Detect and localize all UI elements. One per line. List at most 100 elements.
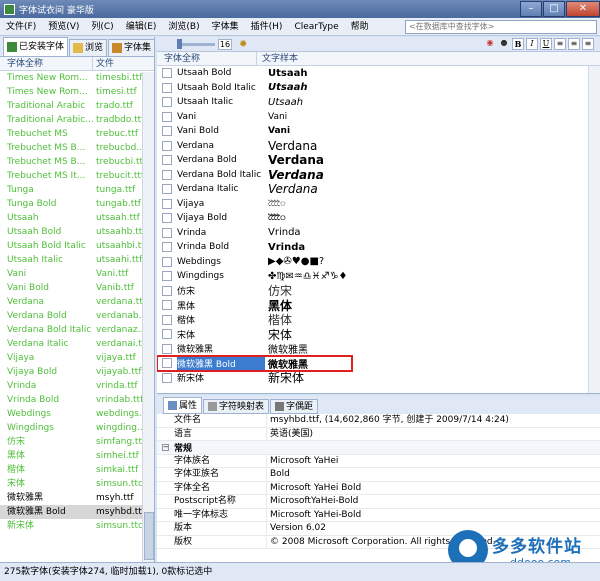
font-list-item[interactable]: Webdings webdings... <box>0 407 154 421</box>
font-list-scrollbar[interactable] <box>588 66 600 393</box>
font-sample-row[interactable]: Vani Vani <box>157 110 600 125</box>
font-list-item[interactable]: 微软雅黑 msyh.ttf <box>0 491 154 505</box>
font-checkbox[interactable] <box>162 358 172 369</box>
font-sample-row[interactable]: Utsaah Italic Utsaah <box>157 95 600 110</box>
font-sample-row[interactable]: Vijaya Boldৈৈৈৈ <box>157 211 600 226</box>
menu-file[interactable]: 文件(F) <box>0 18 42 36</box>
font-sample-row[interactable]: Vrinda Vrinda <box>157 226 600 241</box>
font-checkbox[interactable] <box>162 343 172 354</box>
tab-font-sets[interactable]: 字体集 <box>108 39 156 56</box>
font-checkbox[interactable] <box>162 82 172 93</box>
font-sample-row[interactable]: Verdana Italic Verdana <box>157 182 600 197</box>
tab-properties[interactable]: 属性 <box>163 397 203 414</box>
gear-icon[interactable]: ✹ <box>239 39 247 50</box>
font-list-item[interactable]: Verdana Bold Italic verdanaz... <box>0 323 154 337</box>
font-list-item[interactable]: Trebuchet MS B... trebucbi.ttf <box>0 155 154 169</box>
column-file[interactable]: 文件 <box>93 57 114 70</box>
search-input[interactable] <box>405 19 597 34</box>
maximize-button[interactable]: □ <box>543 1 565 17</box>
menu-font-sets[interactable]: 字体集 <box>206 18 245 36</box>
font-checkbox[interactable] <box>162 184 172 195</box>
italic-button[interactable]: I <box>526 38 538 50</box>
font-sample-row[interactable]: Webdings ▶◆✇♥●■? <box>157 255 600 270</box>
font-list-item[interactable]: Utsaah Bold Italic utsaahbi.ttf <box>0 239 154 253</box>
font-sample-row[interactable]: Verdana Bold Italic Verdana <box>157 168 600 183</box>
font-list-item[interactable]: Vijaya vijaya.ttf <box>0 351 154 365</box>
font-checkbox[interactable] <box>162 271 172 282</box>
font-sample-row[interactable]: 黑体 黑体 <box>157 298 600 313</box>
font-list-item[interactable]: Verdana Italic verdanai.ttf <box>0 337 154 351</box>
font-checkbox[interactable] <box>162 372 172 383</box>
column-font-fullname[interactable]: 字体全称 <box>157 52 257 65</box>
font-list-item[interactable]: Trebuchet MS B... trebucbd.... <box>0 141 154 155</box>
font-list-item[interactable]: Tunga Bold tungab.ttf <box>0 197 154 211</box>
font-list-item[interactable]: 楷体 simkai.ttf <box>0 463 154 477</box>
font-list-item[interactable]: 宋体 simsun.ttc <box>0 477 154 491</box>
font-sample-row[interactable]: 微软雅黑 微软雅黑 <box>157 342 600 356</box>
font-checkbox[interactable] <box>162 329 172 340</box>
font-checkbox[interactable] <box>162 126 172 137</box>
font-list-item[interactable]: Vani Vani.ttf <box>0 267 154 281</box>
align-left-icon[interactable]: ≡ <box>554 38 566 50</box>
font-list-item[interactable]: Utsaah Bold utsaahb.ttf <box>0 225 154 239</box>
bold-button[interactable]: B <box>512 38 524 50</box>
font-sample-row[interactable]: Utsaah Bold Utsaah <box>157 66 600 81</box>
size-slider[interactable] <box>177 38 215 49</box>
font-checkbox[interactable] <box>162 227 172 238</box>
font-list-item[interactable]: Trebuchet MS It... trebucit.ttf <box>0 169 154 183</box>
font-sample-row[interactable]: 楷体 楷体 <box>157 313 600 327</box>
font-list-item[interactable]: Trebuchet MS trebuc.ttf <box>0 127 154 141</box>
left-scrollbar-thumb[interactable] <box>144 512 154 560</box>
collapse-icon[interactable]: − <box>162 443 169 451</box>
font-sample-row[interactable]: Vijayaৈৈৈৈ <box>157 197 600 212</box>
tab-browse[interactable]: 浏览 <box>69 39 108 56</box>
menu-cleartype[interactable]: ClearType <box>288 18 344 36</box>
font-list-item[interactable]: Traditional Arabic... tradbdo.ttf <box>0 113 154 127</box>
font-list-item[interactable]: 微软雅黑 Bold msyhbd.ttf <box>0 505 154 519</box>
font-checkbox[interactable] <box>162 300 172 311</box>
font-list-item[interactable]: Times New Rom... timesbi.ttf <box>0 71 154 85</box>
font-list-item[interactable]: Vrinda vrinda.ttf <box>0 379 154 393</box>
paint-icon[interactable]: ● <box>498 38 510 50</box>
font-checkbox[interactable] <box>162 256 172 267</box>
menu-columns[interactable]: 列(C) <box>85 18 119 36</box>
font-list-item[interactable]: Utsaah utsaah.ttf <box>0 211 154 225</box>
left-scrollbar[interactable] <box>142 72 154 562</box>
align-center-icon[interactable]: ≡ <box>568 38 580 50</box>
color-icon[interactable]: ◉ <box>484 38 496 50</box>
font-sample-row[interactable]: Vrinda Bold Vrinda <box>157 240 600 255</box>
menu-plugins[interactable]: 插件(H) <box>245 18 289 36</box>
size-input[interactable]: 16 <box>218 38 232 50</box>
font-sample-row[interactable]: Verdana Verdana <box>157 139 600 154</box>
font-checkbox[interactable] <box>162 140 172 151</box>
font-list-item[interactable]: Vrinda Bold vrindab.ttf <box>0 393 154 407</box>
font-list-item[interactable]: Vijaya Bold vijayab.ttf <box>0 365 154 379</box>
font-checkbox[interactable] <box>162 111 172 122</box>
underline-button[interactable]: U <box>540 38 552 50</box>
font-list-item[interactable]: Traditional Arabic trado.ttf <box>0 99 154 113</box>
font-checkbox[interactable] <box>162 198 172 209</box>
font-checkbox[interactable] <box>162 169 172 180</box>
font-sample-row[interactable]: 仿宋 仿宋 <box>157 284 600 298</box>
font-checkbox[interactable] <box>162 242 172 253</box>
font-list-item[interactable]: Verdana verdana.ttf <box>0 295 154 309</box>
font-list-item[interactable]: Vani Bold Vanib.ttf <box>0 281 154 295</box>
property-section-general[interactable]: − 常规 <box>157 441 600 455</box>
font-list-item[interactable]: 新宋体 simsun.ttc <box>0 519 154 533</box>
align-right-icon[interactable]: ≡ <box>582 38 594 50</box>
font-checkbox[interactable] <box>162 97 172 108</box>
menu-edit[interactable]: 编辑(E) <box>120 18 163 36</box>
font-list-item[interactable]: Wingdings wingding... <box>0 421 154 435</box>
font-list-item[interactable]: 黑体 simhei.ttf <box>0 449 154 463</box>
tab-kerning[interactable]: 字偶距 <box>270 399 319 414</box>
menu-help[interactable]: 帮助 <box>345 18 375 36</box>
font-checkbox[interactable] <box>162 155 172 166</box>
font-sample-row[interactable]: 微软雅黑 Bold 微软雅黑 <box>157 355 353 372</box>
menu-browse[interactable]: 浏览(B) <box>162 18 205 36</box>
font-sample-row[interactable]: Wingdings ✤♍✉♒♎♓♐♑♦ <box>157 269 600 284</box>
tab-character-map[interactable]: 字符映射表 <box>203 399 270 414</box>
menu-preview[interactable]: 预览(V) <box>42 18 85 36</box>
font-list-item[interactable]: Verdana Bold verdanab... <box>0 309 154 323</box>
font-checkbox[interactable] <box>162 213 172 224</box>
font-sample-row[interactable]: Utsaah Bold Italic Utsaah <box>157 81 600 96</box>
